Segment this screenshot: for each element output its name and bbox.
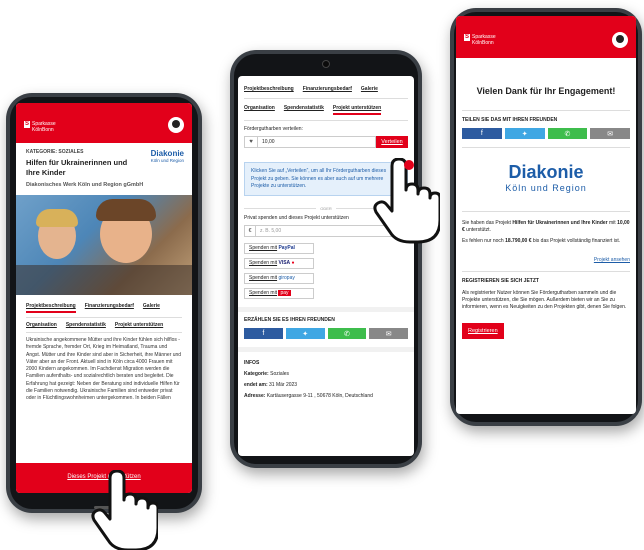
twitter-icon[interactable]: ✦ — [504, 128, 545, 139]
hand-pointer-icon — [373, 158, 440, 244]
support-confirmation: Sie haben das Projekt Hilfen für Ukraine… — [462, 220, 630, 233]
header-bar: S Sparkasse KölnBonn — [16, 103, 192, 143]
tab-spendenstatistik[interactable]: Spendenstatistik — [284, 105, 324, 115]
share-buttons: f ✦ ✆ ✉ — [244, 328, 408, 339]
project-description: Ukrainische angekommene Mütter und ihre … — [26, 337, 182, 402]
tap-indicator — [404, 160, 414, 170]
share-buttons: f ✦ ✆ ✉ — [462, 128, 630, 139]
paypal-button[interactable]: Spenden mit PayPal — [244, 243, 314, 254]
tab-projekt-unterstuetzen[interactable]: Projekt unterstützen — [332, 105, 382, 115]
distribute-label: Fördergutharben verteilen: — [244, 126, 303, 132]
phone-right: S Sparkasse KölnBonn Vielen Dank für Ihr E… — [450, 8, 642, 426]
project-title: Hilfen für Ukrainerinnen und Ihre Kinder — [26, 158, 128, 177]
mail-icon[interactable]: ✉ — [369, 328, 408, 339]
info-address: Adresse: Kartäusergasse 9-11 , 50678 Köl… — [244, 393, 373, 399]
view-project-link[interactable]: Projekt ansehen — [462, 257, 630, 263]
info-end-date: endet am: 31 Mär 2023 — [244, 382, 298, 388]
tab-projektbeschreibung[interactable]: Projektbeschreibung — [244, 86, 294, 92]
mail-icon[interactable]: ✉ — [590, 128, 630, 139]
tab-finanzierungsbedarf[interactable]: Finanzierungsbedarf — [303, 86, 352, 92]
tab-spendenstatistik[interactable]: Spendenstatistik — [66, 322, 106, 328]
twitter-icon[interactable]: ✦ — [285, 328, 325, 339]
org-name: Diakonisches Werk Köln und Region gGmbH — [26, 182, 144, 188]
euro-icon: € — [244, 225, 256, 237]
info-category: Kategorie: Soziales — [244, 371, 290, 377]
tabs-row-1: Projektbeschreibung Finanzierungsbedarf … — [244, 86, 408, 92]
tabs-row-2: Organisation Spendenstatistik Projekt un… — [244, 105, 408, 115]
tab-projektbeschreibung[interactable]: Projektbeschreibung — [26, 303, 76, 313]
hand-pointer-icon — [91, 470, 158, 550]
share-title: ERZÄHLEN SIE ES IHREN FREUNDEN — [244, 317, 335, 323]
tab-galerie[interactable]: Galerie — [143, 303, 160, 313]
tab-finanzierungsbedarf[interactable]: Finanzierungsbedarf — [85, 303, 134, 313]
tabs-row-2: Organisation Spendenstatistik Projekt un… — [26, 322, 182, 328]
giropay-button[interactable]: Spenden mit giropay — [244, 273, 314, 284]
amount-field[interactable]: 10,00 — [258, 136, 376, 148]
diakonie-logo-large: Diakonie Köln und Region — [505, 162, 587, 193]
pay-button[interactable]: Spenden mit pay — [244, 288, 314, 299]
whatsapp-icon[interactable]: ✆ — [547, 128, 588, 139]
pay-logo: pay — [278, 290, 291, 296]
remaining-amount: Es fehlen nur noch 18.790,00 € bis das P… — [462, 238, 621, 244]
diakonie-logo: Diakonie Köln und Region — [150, 149, 184, 163]
distribute-row: ♥ 10,00 Verteilen — [244, 136, 408, 148]
header-bar: S Sparkasse KölnBonn — [456, 16, 636, 58]
phone-middle: Projektbeschreibung Finanzierungsbedarf … — [230, 50, 422, 468]
tab-organisation[interactable]: Organisation — [244, 105, 275, 115]
paypal-logo: PayPal — [278, 245, 295, 251]
avatar[interactable] — [612, 32, 628, 48]
facebook-icon[interactable]: f — [244, 328, 283, 339]
tab-organisation[interactable]: Organisation — [26, 322, 57, 328]
register-title: REGISTRIEREN SIE SICH JETZT — [462, 278, 539, 284]
avatar[interactable] — [168, 117, 184, 133]
phone-middle-screen: Projektbeschreibung Finanzierungsbedarf … — [238, 76, 414, 456]
project-photo — [16, 195, 192, 295]
distribute-button[interactable]: Verteilen — [376, 136, 408, 148]
phone-left: S Sparkasse KölnBonn KATEGORIE: SOZIALES H… — [6, 93, 202, 513]
facebook-icon[interactable]: f — [462, 128, 502, 139]
tab-projekt-unterstuetzen[interactable]: Projekt unterstützen — [115, 322, 163, 328]
whatsapp-icon[interactable]: ✆ — [327, 328, 367, 339]
phone-left-screen: S Sparkasse KölnBonn KATEGORIE: SOZIALES H… — [16, 103, 192, 493]
pay-buttons: Spenden mit PayPal Spenden mit VISA ● Sp… — [244, 243, 408, 299]
register-button[interactable]: Registrieren — [462, 323, 504, 339]
visa-button[interactable]: Spenden mit VISA ● — [244, 258, 314, 269]
giropay-logo: giropay — [278, 275, 295, 281]
sparkasse-logo: S Sparkasse KölnBonn — [464, 34, 496, 46]
infos-title: INFOS — [244, 360, 260, 366]
sparkasse-logo: S Sparkasse KölnBonn — [24, 121, 56, 133]
tabs-row-1: Projektbeschreibung Finanzierungsbedarf … — [26, 303, 182, 313]
tab-galerie[interactable]: Galerie — [361, 86, 378, 92]
share-title: TEILEN SIE DAS MIT IHREN FREUNDEN — [462, 117, 558, 123]
thanks-heading: Vielen Dank für Ihr Engagement! — [476, 86, 616, 96]
register-text: Als registrierter Nutzer können Sie Förd… — [462, 290, 627, 310]
phone-right-screen: S Sparkasse KölnBonn Vielen Dank für Ihr E… — [456, 16, 636, 414]
visa-logo: VISA — [278, 260, 291, 266]
heart-icon: ♥ — [244, 136, 258, 148]
mastercard-icon: ● — [291, 260, 295, 266]
